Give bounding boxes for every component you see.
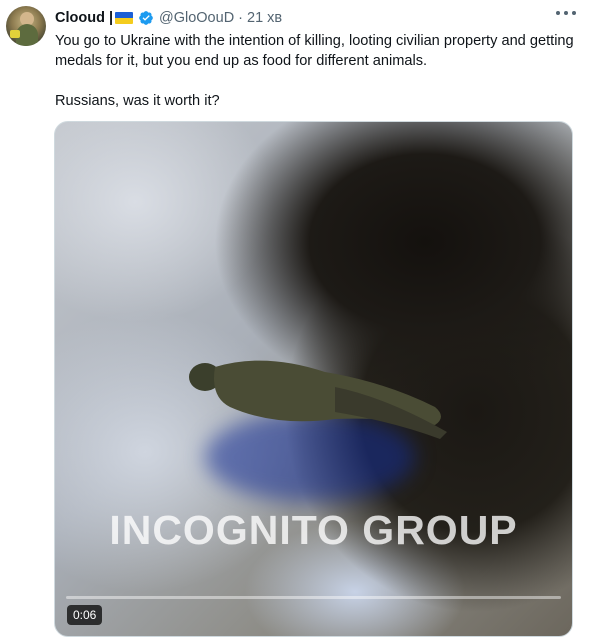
more-horizontal-icon[interactable] bbox=[556, 10, 576, 16]
author-handle[interactable]: @GloOouD bbox=[159, 10, 234, 26]
video-player[interactable]: INCOGNITO GROUP 0:06 bbox=[54, 121, 573, 637]
video-watermark: INCOGNITO GROUP bbox=[109, 507, 518, 553]
tweet-text: You go to Ukraine with the intention of … bbox=[55, 31, 575, 111]
tweet-text-paragraph-2: Russians, was it worth it? bbox=[55, 93, 220, 109]
tweet-text-paragraph-1: You go to Ukraine with the intention of … bbox=[55, 33, 574, 69]
video-frame-figure bbox=[189, 360, 447, 439]
video-progress-bar[interactable] bbox=[66, 596, 561, 599]
tweet-timestamp[interactable]: 21 хв bbox=[247, 10, 282, 26]
tweet-card[interactable]: Clooud | @GloOouD · 21 хв You go to Ukra… bbox=[0, 0, 594, 643]
name-separator: | bbox=[108, 10, 113, 26]
avatar-detail bbox=[10, 30, 20, 38]
author-name[interactable]: Clooud bbox=[55, 10, 105, 26]
video-duration-badge: 0:06 bbox=[67, 605, 103, 625]
time-separator: · bbox=[238, 10, 244, 26]
avatar[interactable] bbox=[6, 6, 46, 46]
ukraine-flag-icon bbox=[115, 12, 133, 24]
tweet-header: Clooud | @GloOouD · 21 хв bbox=[55, 8, 282, 28]
verified-badge-icon bbox=[139, 11, 153, 25]
